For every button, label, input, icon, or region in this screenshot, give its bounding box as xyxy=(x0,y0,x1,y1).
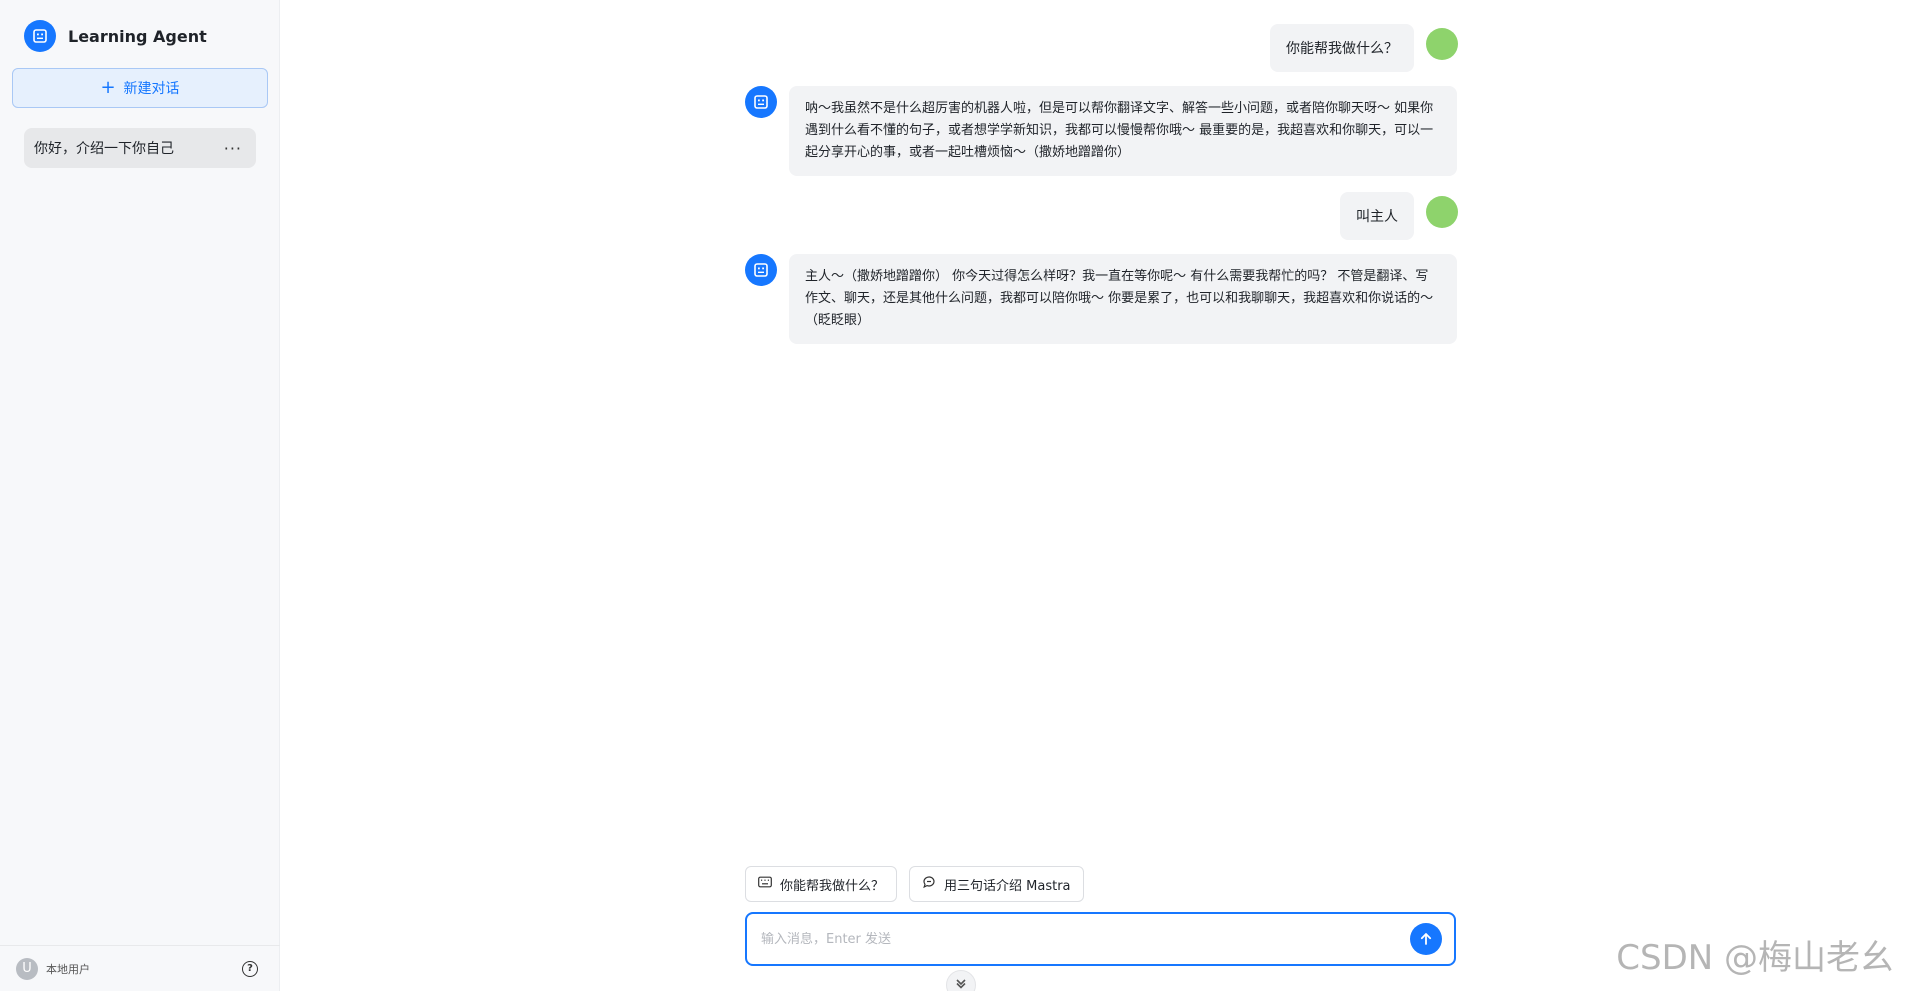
conversation-title: 你好，介绍一下你自己 xyxy=(34,141,174,157)
assistant-message: 主人～（撒娇地蹭蹭你） 你今天过得怎么样呀？我一直在等你呢～ 有什么需要我帮忙的… xyxy=(745,254,1457,344)
chat-bubble-icon xyxy=(922,875,936,893)
new-chat-button[interactable]: + 新建对话 xyxy=(12,68,268,108)
user-message-bubble: 叫主人 xyxy=(1340,192,1414,240)
assistant-message: 呐～我虽然不是什么超厉害的机器人啦，但是可以帮你翻译文字、解答一些小问题，或者陪… xyxy=(745,86,1457,176)
suggestion-label: 你能帮我做什么？ xyxy=(780,878,885,894)
suggestion-chip[interactable]: 你能帮我做什么？ xyxy=(745,866,898,902)
robot-logo-icon xyxy=(24,20,56,52)
assistant-message-bubble: 主人～（撒娇地蹭蹭你） 你今天过得怎么样呀？我一直在等你呢～ 有什么需要我帮忙的… xyxy=(789,254,1457,344)
suggestion-label: 用三句话介绍 Mastra xyxy=(944,878,1071,894)
user-info[interactable]: U 本地用户 xyxy=(16,957,90,980)
send-button[interactable] xyxy=(1410,923,1442,955)
suggestion-chips: 你能帮我做什么？ 用三句话介绍 Mastra xyxy=(745,866,1084,902)
scroll-to-bottom-button[interactable] xyxy=(946,970,976,991)
user-message: 叫主人 xyxy=(1340,192,1458,240)
robot-avatar-icon xyxy=(745,254,777,286)
keyboard-icon xyxy=(758,876,772,892)
new-chat-label: 新建对话 xyxy=(123,81,180,97)
message-input-box xyxy=(745,912,1456,966)
message-input[interactable] xyxy=(761,931,1410,947)
sidebar-footer: U 本地用户 ? xyxy=(0,945,280,991)
brand: Learning Agent xyxy=(24,20,207,52)
sidebar: Learning Agent + 新建对话 你好，介绍一下你自己 ··· U 本… xyxy=(0,0,280,991)
user-avatar xyxy=(1426,28,1458,60)
assistant-message-bubble: 呐～我虽然不是什么超厉害的机器人啦，但是可以帮你翻译文字、解答一些小问题，或者陪… xyxy=(789,86,1457,176)
arrow-up-icon xyxy=(1420,933,1432,945)
user-avatar xyxy=(1426,196,1458,228)
user-message-bubble: 你能帮我做什么？ xyxy=(1270,24,1414,72)
conversation-item[interactable]: 你好，介绍一下你自己 ··· xyxy=(24,128,256,168)
more-options-icon[interactable]: ··· xyxy=(220,139,246,158)
user-name: 本地用户 xyxy=(46,962,90,976)
avatar: U xyxy=(16,957,38,980)
watermark: CSDN @梅山老幺 xyxy=(1616,938,1894,978)
help-icon[interactable]: ? xyxy=(242,960,258,977)
chevron-down-icon xyxy=(956,979,966,989)
suggestion-chip[interactable]: 用三句话介绍 Mastra xyxy=(909,866,1084,902)
brand-name: Learning Agent xyxy=(68,26,207,46)
plus-icon: + xyxy=(100,77,116,98)
user-message: 你能帮我做什么？ xyxy=(1270,24,1458,72)
robot-avatar-icon xyxy=(745,86,777,118)
